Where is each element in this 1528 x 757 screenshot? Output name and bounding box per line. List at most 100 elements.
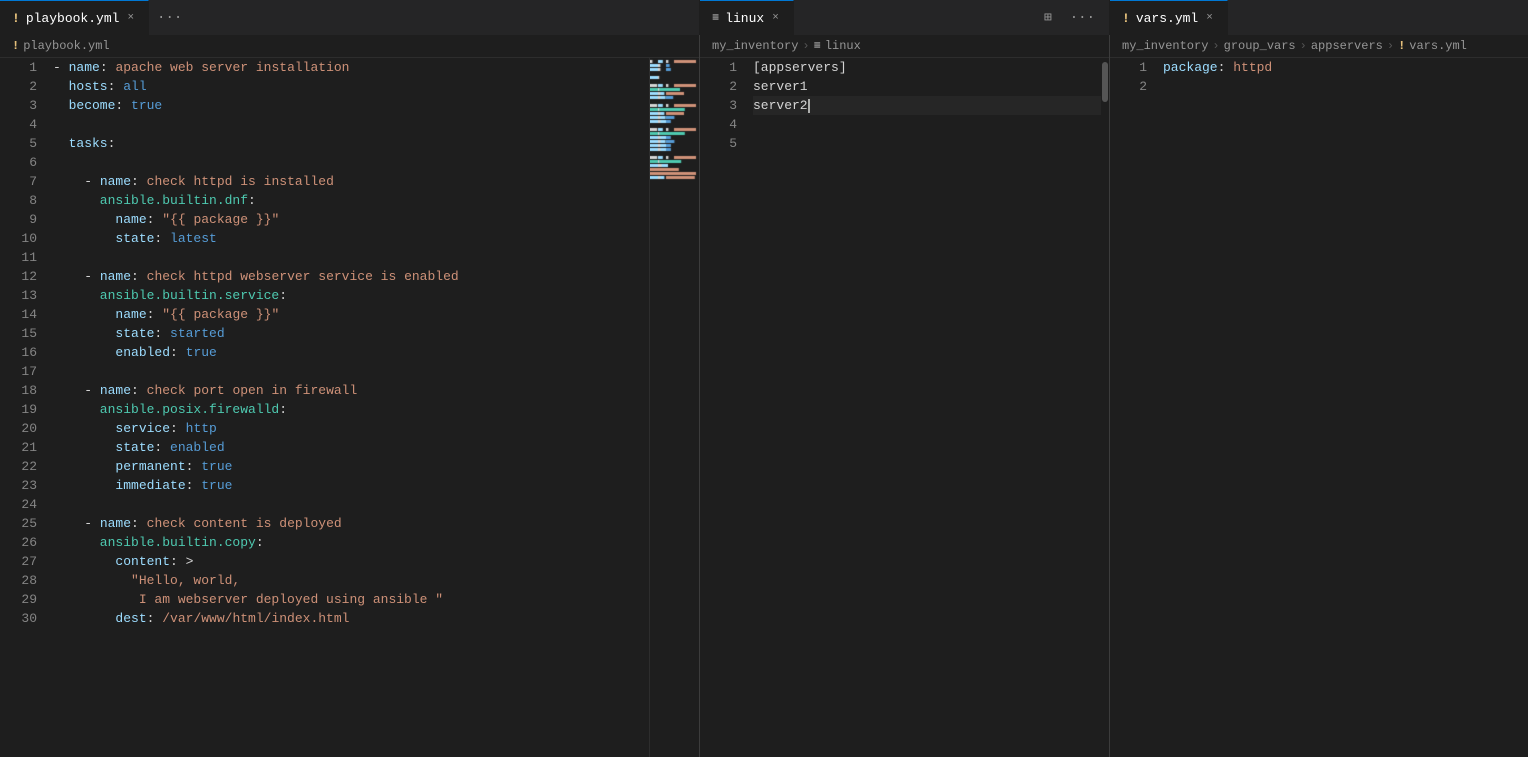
line-number: 14 <box>8 305 37 324</box>
code-line: enabled: true <box>53 343 649 362</box>
line-number: 19 <box>8 400 37 419</box>
panel-playbook: ! playbook.yml 1234567891011121314151617… <box>0 35 700 757</box>
code-line <box>53 115 649 134</box>
line-number: 15 <box>8 324 37 343</box>
code-line <box>53 362 649 381</box>
code-line: - name: apache web server installation <box>53 58 649 77</box>
vars-tab-close[interactable]: × <box>1204 11 1215 25</box>
line-number: 28 <box>8 571 37 590</box>
breadcrumb-vars-group: group_vars <box>1224 39 1296 53</box>
line-number: 20 <box>8 419 37 438</box>
code-line: name: "{{ package }}" <box>53 305 649 324</box>
line-number: 1 <box>708 58 737 77</box>
left-panel-more[interactable]: ··· <box>149 0 190 35</box>
line-number: 8 <box>8 191 37 210</box>
line-number: 5 <box>708 134 737 153</box>
code-line: become: true <box>53 96 649 115</box>
line-number: 29 <box>8 590 37 609</box>
line-number: 27 <box>8 552 37 571</box>
code-content-playbook[interactable]: - name: apache web server installation h… <box>45 58 649 757</box>
playbook-tab-close[interactable]: × <box>125 11 136 25</box>
code-line: - name: check port open in firewall <box>53 381 649 400</box>
split-editor-icon[interactable]: ⊞ <box>1036 10 1060 25</box>
code-line: ansible.posix.firewalld: <box>53 400 649 419</box>
line-number: 1 <box>8 58 37 77</box>
code-line: "Hello, world, <box>53 571 649 590</box>
code-content-vars[interactable]: package: httpd <box>1155 58 1528 757</box>
tab-playbook-yml[interactable]: ! playbook.yml × <box>0 0 149 35</box>
linux-tab-label: linux <box>725 11 764 26</box>
line-number: 25 <box>8 514 37 533</box>
playbook-tab-label: playbook.yml <box>26 11 120 26</box>
editor-linux[interactable]: 12345 [appservers]server1server2 <box>700 58 1101 757</box>
editor-vars[interactable]: 12 package: httpd <box>1110 58 1528 757</box>
code-line: hosts: all <box>53 77 649 96</box>
linux-tab-close[interactable]: × <box>770 11 781 25</box>
code-line: dest: /var/www/html/index.html <box>53 609 649 628</box>
tab-vars-yml[interactable]: ! vars.yml × <box>1110 0 1228 35</box>
text-cursor <box>808 99 810 113</box>
code-line: ansible.builtin.service: <box>53 286 649 305</box>
code-line: ansible.builtin.dnf: <box>53 191 649 210</box>
code-line: [appservers] <box>753 58 1101 77</box>
line-number: 3 <box>708 96 737 115</box>
line-number: 6 <box>8 153 37 172</box>
line-number: 26 <box>8 533 37 552</box>
line-number: 17 <box>8 362 37 381</box>
code-line: I am webserver deployed using ansible " <box>53 590 649 609</box>
line-numbers-linux: 12345 <box>700 58 745 757</box>
code-line: state: enabled <box>53 438 649 457</box>
line-number: 30 <box>8 609 37 628</box>
line-number: 3 <box>8 96 37 115</box>
line-number: 9 <box>8 210 37 229</box>
line-numbers-playbook: 1234567891011121314151617181920212223242… <box>0 58 45 757</box>
code-line: service: http <box>53 419 649 438</box>
breadcrumb-vars-file: vars.yml <box>1409 39 1467 53</box>
code-line: - name: check content is deployed <box>53 514 649 533</box>
minimap-playbook <box>649 58 699 757</box>
code-line: ansible.builtin.copy: <box>53 533 649 552</box>
code-line <box>53 153 649 172</box>
code-line: name: "{{ package }}" <box>53 210 649 229</box>
scrollbar-linux[interactable] <box>1101 58 1109 757</box>
panel-linux: my_inventory › ≡ linux 12345 [appservers… <box>700 35 1110 757</box>
editor-playbook[interactable]: 1234567891011121314151617181920212223242… <box>0 58 649 757</box>
line-number: 2 <box>1118 77 1147 96</box>
line-number: 1 <box>1118 58 1147 77</box>
breadcrumb-linux-file: linux <box>825 39 861 53</box>
panel-vars: my_inventory › group_vars › appservers ›… <box>1110 35 1528 757</box>
breadcrumb-linux: my_inventory › ≡ linux <box>700 35 1109 58</box>
code-line: server2 <box>753 96 1101 115</box>
line-number: 4 <box>8 115 37 134</box>
code-line: - name: check httpd is installed <box>53 172 649 191</box>
line-number: 23 <box>8 476 37 495</box>
line-number: 7 <box>8 172 37 191</box>
code-line <box>53 248 649 267</box>
code-line <box>53 495 649 514</box>
breadcrumb-playbook: ! playbook.yml <box>0 35 699 58</box>
linux-tab-icon: ≡ <box>712 11 719 25</box>
code-content-linux[interactable]: [appservers]server1server2 <box>745 58 1101 757</box>
code-line: server1 <box>753 77 1101 96</box>
code-line: package: httpd <box>1163 58 1528 77</box>
tab-linux[interactable]: ≡ linux × <box>700 0 794 35</box>
line-number: 2 <box>8 77 37 96</box>
breadcrumb-linux-inventory: my_inventory <box>712 39 798 53</box>
vars-tab-icon: ! <box>1122 11 1130 26</box>
code-line <box>753 115 1101 134</box>
line-number: 2 <box>708 77 737 96</box>
middle-panel-more[interactable]: ··· <box>1062 10 1103 26</box>
line-number: 18 <box>8 381 37 400</box>
line-number: 21 <box>8 438 37 457</box>
line-number: 5 <box>8 134 37 153</box>
line-number: 22 <box>8 457 37 476</box>
code-line: - name: check httpd webserver service is… <box>53 267 649 286</box>
breadcrumb-vars: my_inventory › group_vars › appservers ›… <box>1110 35 1528 58</box>
breadcrumb-vars-inventory: my_inventory <box>1122 39 1208 53</box>
code-line: state: started <box>53 324 649 343</box>
line-number: 10 <box>8 229 37 248</box>
vars-tab-label: vars.yml <box>1136 11 1198 26</box>
line-number: 11 <box>8 248 37 267</box>
line-number: 12 <box>8 267 37 286</box>
code-line <box>753 134 1101 153</box>
